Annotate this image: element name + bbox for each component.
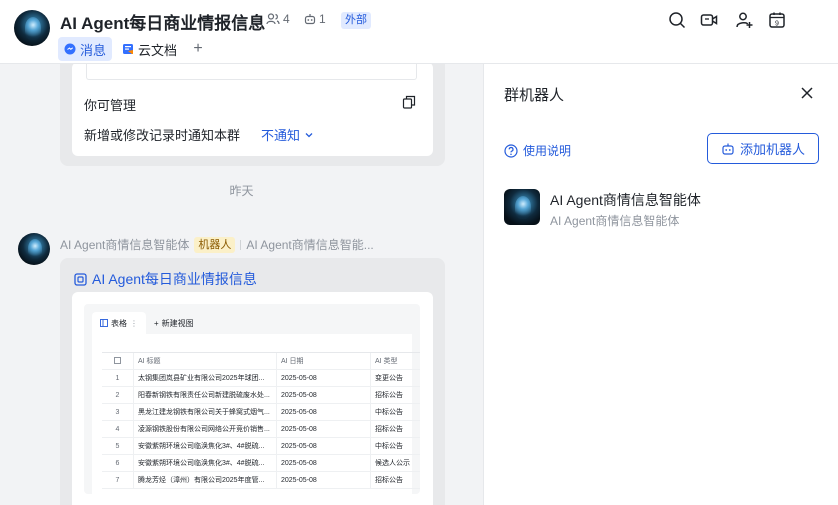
- chevron-down-icon: [305, 132, 313, 137]
- cell-date: 2025-05-08: [277, 454, 371, 472]
- row-index: 4: [102, 420, 134, 438]
- table-row: 1 太钢集团岚县矿业有限公司2025年球团... 2025-05-08 变更公告: [102, 369, 420, 387]
- bot-avatar: [504, 189, 540, 225]
- notify-dropdown[interactable]: 不通知: [261, 125, 314, 144]
- sender-avatar[interactable]: [18, 233, 50, 265]
- sender-description: AI Agent商情信息智能...: [246, 238, 374, 252]
- row-index: 6: [102, 454, 134, 472]
- preview-tab-table: 表格 ⋮: [92, 312, 146, 334]
- group-title[interactable]: AI Agent每日商业情报信息: [60, 9, 265, 34]
- table-row: 3 黑龙江建龙钢铁有限公司关于蜂窝式烟气... 2025-05-08 中标公告: [102, 403, 420, 421]
- cell-type: 招标公告: [375, 391, 403, 399]
- question-icon: [504, 143, 518, 158]
- doc-link[interactable]: AI Agent每日商业情报信息: [74, 269, 257, 289]
- cell-type: 招标公告: [375, 476, 403, 484]
- cell-date: 2025-05-08: [277, 420, 371, 438]
- bot-list-item[interactable]: AI Agent商情信息智能体 AI Agent商情信息智能体: [504, 188, 824, 228]
- group-bots-panel: 群机器人 使用说明 添加机器人 AI Agent商情信息智能体 AI Agent…: [483, 64, 838, 505]
- preview-grid: AI 标题 AI 日期 AI 类型 1 太钢集团岚县矿业有限公司2025年球团..…: [102, 352, 420, 489]
- plus-icon: +: [154, 318, 159, 328]
- column-header: AI 类型: [375, 357, 398, 365]
- cell-date: 2025-05-08: [277, 403, 371, 421]
- divider: [240, 239, 242, 250]
- preview-sheet: AI 标题 AI 日期 AI 类型 1 太钢集团岚县矿业有限公司2025年球团..…: [92, 334, 420, 494]
- members-icon: [266, 13, 280, 25]
- grid-icon: [100, 319, 108, 327]
- cell-date: 2025-05-08: [277, 386, 371, 404]
- cell-title: 阳春新钢铁有限责任公司新建脱硫废水处...: [134, 386, 277, 404]
- cell-type: 中标公告: [375, 408, 403, 416]
- table-row: 7 腾龙芳烃（漳州）有限公司2025年度管... 2025-05-08 招标公告: [102, 471, 420, 489]
- group-avatar[interactable]: [14, 10, 50, 46]
- table-preview: 表格 ⋮ + 新建视图 AI 标题 AI 日期 AI 类型 1 太钢集团岚县矿业有…: [84, 304, 420, 494]
- panel-title: 群机器人: [504, 87, 565, 104]
- cell-title: 黑龙江建龙钢铁有限公司关于蜂窝式烟气...: [134, 403, 277, 421]
- select-all-checkbox: [102, 352, 134, 370]
- external-tag: 外部: [341, 12, 371, 29]
- cell-title: 安徽紫朔环境公司临涣焦化3#、4#脱硫...: [134, 454, 277, 472]
- add-member-icon[interactable]: [735, 11, 753, 29]
- robot-add-icon: [722, 143, 734, 155]
- date-separator: 昨天: [229, 184, 254, 198]
- row-index: 3: [102, 403, 134, 421]
- help-link[interactable]: 使用说明: [504, 142, 571, 159]
- row-index: 5: [102, 437, 134, 455]
- cell-title: 太钢集团岚县矿业有限公司2025年球团...: [134, 369, 277, 387]
- row-index: 1: [102, 369, 134, 387]
- card-message-bubble: 你可管理 新增或修改记录时通知本群 不通知: [60, 64, 445, 166]
- column-header: AI 标题: [134, 352, 277, 370]
- card-preview-strip: [86, 64, 417, 80]
- notify-label: 新增或修改记录时通知本群: [84, 128, 241, 143]
- tab-cloud-docs[interactable]: 云文档: [116, 37, 183, 61]
- table-card: 你可管理 新增或修改记录时通知本群 不通知: [72, 64, 433, 156]
- more-icon: ⋮: [130, 318, 138, 328]
- search-icon[interactable]: [668, 11, 686, 29]
- cell-date: 2025-05-08: [277, 437, 371, 455]
- permission-label: 你可管理: [84, 98, 137, 113]
- cell-title: 安徽紫朔环境公司临涣焦化3#、4#脱硫...: [134, 437, 277, 455]
- grid-rows: 1 太钢集团岚县矿业有限公司2025年球团... 2025-05-08 变更公告 2 阳春…: [102, 369, 420, 489]
- cell-date: 2025-05-08: [277, 369, 371, 387]
- cell-type: 中标公告: [375, 442, 403, 450]
- bot-count[interactable]: 1: [304, 12, 326, 26]
- bot-name: AI Agent商情信息智能体: [550, 192, 701, 208]
- table-row: 6 安徽紫朔环境公司临涣焦化3#、4#脱硫... 2025-05-08 候选人公示: [102, 454, 420, 472]
- cell-type: 候选人公示: [375, 459, 410, 467]
- chat-icon: [64, 43, 76, 55]
- row-index: 7: [102, 471, 134, 489]
- doc-icon: [123, 44, 134, 54]
- table-row: 4 凌源钢铁股份有限公司网络公开竞价销售... 2025-05-08 招标公告: [102, 420, 420, 438]
- message-list[interactable]: 你可管理 新增或修改记录时通知本群 不通知 昨天 AI Agent商情信息智能体…: [0, 64, 483, 505]
- close-icon[interactable]: [799, 85, 815, 101]
- cell-type: 招标公告: [375, 425, 403, 433]
- chat-header: AI Agent每日商业情报信息 4 1 外部 9 消息 云文档 +: [0, 0, 838, 64]
- sender-name[interactable]: AI Agent商情信息智能体: [60, 236, 189, 253]
- tab-messages[interactable]: 消息: [58, 37, 113, 61]
- preview-tabs: 表格 ⋮ + 新建视图: [92, 312, 194, 334]
- base-table-icon: [74, 272, 87, 286]
- add-bot-button[interactable]: 添加机器人: [707, 133, 819, 164]
- cell-date: 2025-05-08: [277, 471, 371, 489]
- bot-description: AI Agent商情信息智能体: [550, 214, 680, 228]
- sender-info: AI Agent商情信息智能体 机器人 AI Agent商情信息智能...: [60, 236, 374, 253]
- add-tab-button[interactable]: +: [187, 38, 209, 60]
- grid-header-row: AI 标题 AI 日期 AI 类型: [102, 352, 420, 370]
- copy-icon[interactable]: [402, 95, 416, 109]
- robot-icon: [304, 14, 316, 25]
- calendar-icon[interactable]: 9: [768, 11, 786, 29]
- chat-tabs: 消息 云文档 +: [58, 37, 209, 61]
- table-row: 5 安徽紫朔环境公司临涣焦化3#、4#脱硫... 2025-05-08 中标公告: [102, 437, 420, 455]
- cell-title: 凌源钢铁股份有限公司网络公开竞价销售...: [134, 420, 277, 438]
- video-call-icon[interactable]: [700, 11, 718, 29]
- cell-type: 变更公告: [375, 374, 403, 382]
- member-count[interactable]: 4: [266, 12, 290, 26]
- cell-title: 腾龙芳烃（漳州）有限公司2025年度管...: [134, 471, 277, 489]
- row-index: 2: [102, 386, 134, 404]
- bot-badge: 机器人: [194, 236, 236, 253]
- table-row: 2 阳春新钢铁有限责任公司新建脱硫废水处... 2025-05-08 招标公告: [102, 386, 420, 404]
- column-header: AI 日期: [277, 352, 371, 370]
- preview-add-view: + 新建视图: [154, 318, 194, 328]
- calendar-day: 9: [775, 21, 779, 28]
